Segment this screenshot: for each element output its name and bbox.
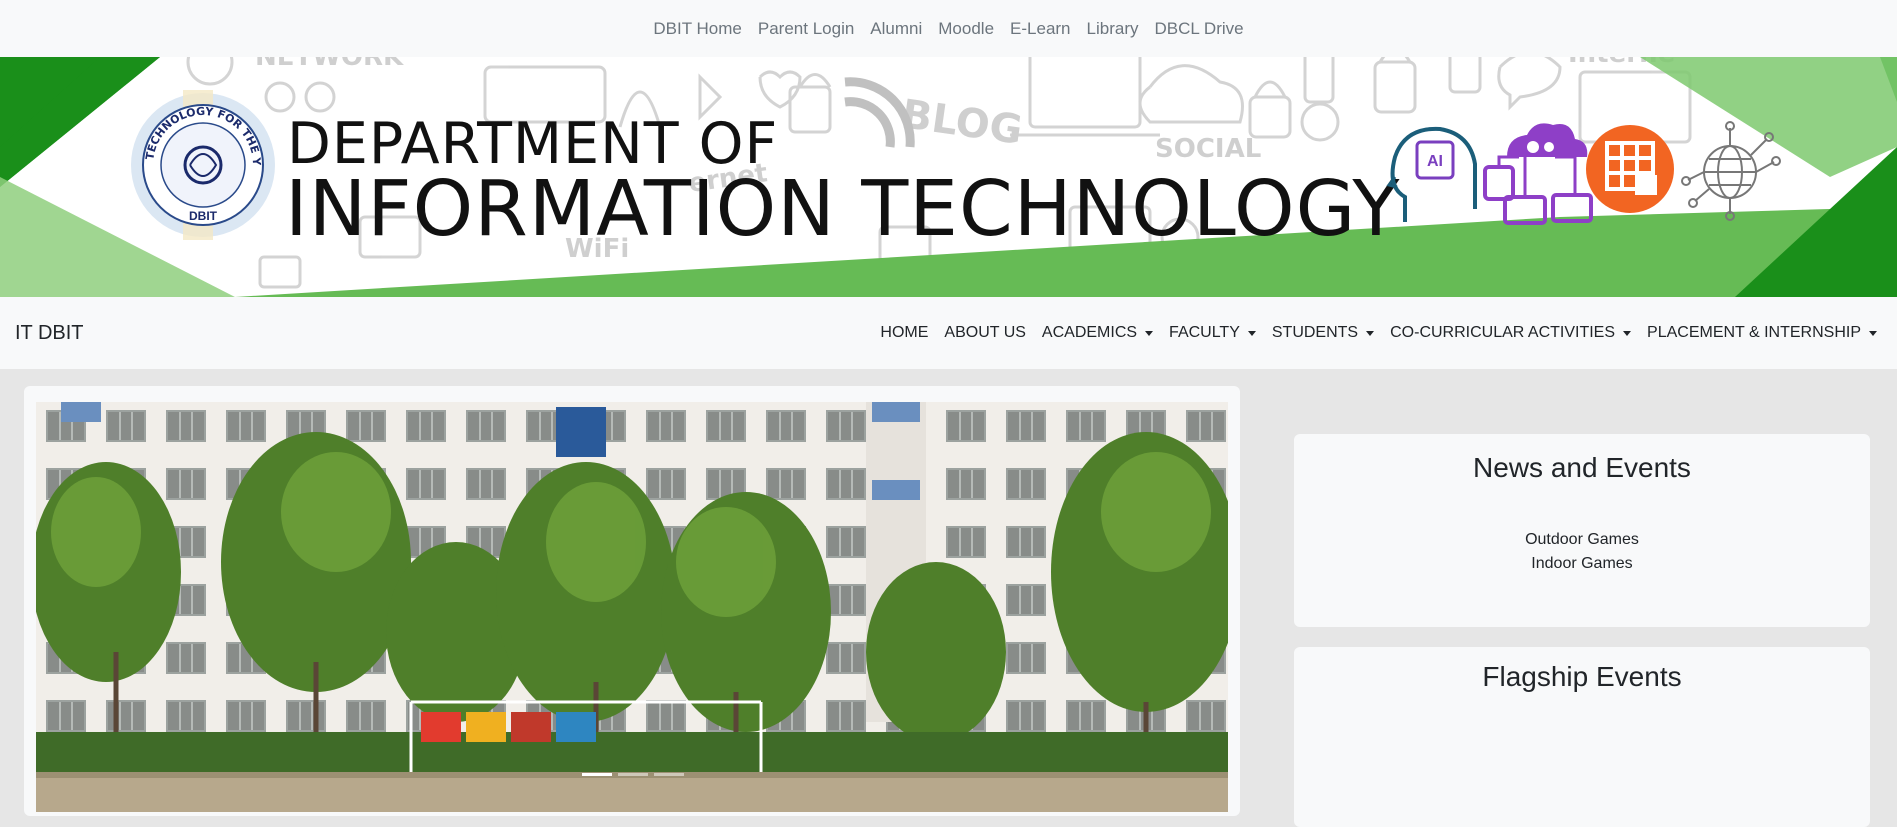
carousel-indicator-3[interactable] — [654, 773, 684, 776]
nav-students-dropdown[interactable]: STUDENTS — [1271, 324, 1375, 342]
banner-title-line2: INFORMATION TECHNOLOGY — [285, 165, 1401, 254]
department-banner: NETWORK BLOG SOCIAL WiFi ernet Interne T… — [0, 57, 1897, 297]
caret-down-icon — [1869, 330, 1877, 336]
caret-down-icon — [1623, 330, 1632, 336]
ai-head-icon: AI — [1386, 126, 1477, 222]
news-events-title: News and Events — [1473, 452, 1691, 483]
flagship-events-title: Flagship Events — [1482, 661, 1682, 692]
nav-about-us-label: ABOUT US — [944, 324, 1026, 341]
nav-placement-dropdown[interactable]: PLACEMENT & INTERNSHIP — [1647, 324, 1877, 342]
nav-faculty-label: FACULTY — [1169, 324, 1240, 341]
network-globe-icon — [1681, 121, 1781, 221]
ai-chip-label: AI — [1427, 153, 1443, 170]
nav-co-curricular-dropdown[interactable]: CO-CURRICULAR ACTIVITIES — [1390, 324, 1632, 342]
doodle-social: SOCIAL — [1155, 134, 1261, 164]
nav-students-label: STUDENTS — [1271, 324, 1359, 341]
logo-dbit-text: DBIT — [189, 209, 218, 223]
news-link-outdoor-games[interactable]: Outdoor Games — [1294, 528, 1870, 552]
main-navbar: IT DBIT HOME ABOUT US ACADEMICS FACULTY … — [0, 297, 1897, 369]
top-links-bar: DBIT Home Parent Login Alumni Moodle E-L… — [0, 0, 1897, 57]
dbit-logo: TECHNOLOGY FOR THE YOUNG DBIT — [128, 90, 275, 240]
tech-icons-group: AI — [1386, 121, 1781, 225]
campus-building-image — [36, 402, 1228, 812]
nav-home[interactable]: HOME — [880, 324, 928, 342]
link-dbit-home[interactable]: DBIT Home — [653, 19, 742, 39]
doodle-network: NETWORK — [255, 57, 404, 72]
nav-home-label: HOME — [880, 324, 929, 341]
news-events-card: News and Events Outdoor Games Indoor Gam… — [1294, 434, 1870, 627]
link-parent-login[interactable]: Parent Login — [758, 19, 854, 39]
caret-down-icon — [1247, 330, 1256, 336]
link-moodle[interactable]: Moodle — [938, 19, 994, 39]
doodle-blog: BLOG — [899, 91, 1026, 153]
navbar-menu: HOME ABOUT US ACADEMICS FACULTY STUDENTS… — [880, 324, 1877, 342]
link-alumni[interactable]: Alumni — [870, 19, 922, 39]
nav-co-curricular-label: CO-CURRICULAR ACTIVITIES — [1390, 324, 1616, 341]
nav-placement-label: PLACEMENT & INTERNSHIP — [1647, 324, 1861, 341]
flagship-events-card: Flagship Events — [1294, 647, 1870, 827]
caret-down-icon — [1145, 330, 1154, 336]
carousel-indicator-2[interactable] — [618, 773, 648, 776]
carousel-indicators — [582, 773, 684, 776]
link-e-learn[interactable]: E-Learn — [1010, 19, 1070, 39]
nav-academics-dropdown[interactable]: ACADEMICS — [1041, 324, 1154, 342]
news-link-indoor-games[interactable]: Indoor Games — [1294, 552, 1870, 576]
navbar-brand[interactable]: IT DBIT — [15, 322, 84, 345]
news-events-list: Outdoor Games Indoor Games — [1294, 528, 1870, 576]
link-dbcl-drive[interactable]: DBCL Drive — [1154, 19, 1243, 39]
nav-about-us[interactable]: ABOUT US — [944, 324, 1026, 342]
caret-down-icon — [1366, 330, 1375, 336]
nav-academics-label: ACADEMICS — [1041, 324, 1138, 341]
carousel-indicator-1[interactable] — [582, 773, 612, 776]
spreadsheet-icon — [1586, 125, 1674, 213]
cloud-network-icon — [1483, 123, 1593, 225]
link-library[interactable]: Library — [1087, 19, 1139, 39]
campus-carousel[interactable] — [36, 402, 1228, 812]
nav-faculty-dropdown[interactable]: FACULTY — [1169, 324, 1256, 342]
